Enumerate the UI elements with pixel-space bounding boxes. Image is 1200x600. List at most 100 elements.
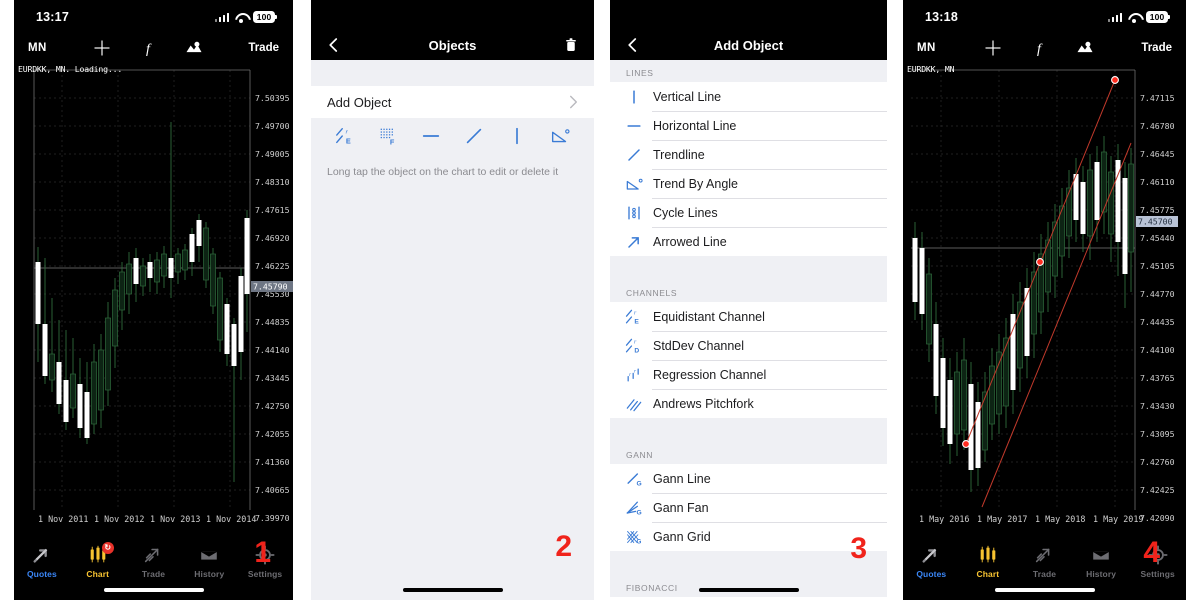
- arrowed-line-icon: [628, 236, 639, 248]
- trade-button[interactable]: Trade: [248, 42, 279, 54]
- list-item-cycle-lines[interactable]: Cycle Lines: [610, 198, 887, 227]
- cycle-lines-icon: [628, 206, 640, 219]
- status-time: 13:18: [925, 10, 958, 24]
- list-item-label: Trend By Angle: [653, 176, 739, 191]
- home-indicator: [103, 587, 204, 592]
- annotation-number-3: 3: [850, 532, 867, 565]
- list-item-horizontal-line[interactable]: Horizontal Line: [610, 111, 887, 140]
- svg-text:7.42090: 7.42090: [1140, 513, 1175, 523]
- back-chevron-icon[interactable]: [624, 36, 642, 54]
- timeframe-button[interactable]: MN: [917, 42, 936, 54]
- tab-chart[interactable]: ↻ Chart: [70, 542, 126, 579]
- equidistant-channel-icon[interactable]: r E: [334, 125, 356, 147]
- svg-text:7.43095: 7.43095: [1140, 429, 1175, 439]
- crosshair-icon[interactable]: [92, 38, 112, 58]
- list-item-stddev-channel[interactable]: r D StdDev Channel: [610, 331, 887, 360]
- svg-text:r: r: [629, 371, 632, 377]
- home-indicator: [402, 587, 503, 592]
- vertical-line-icon[interactable]: [506, 125, 528, 147]
- tab-quotes[interactable]: Quotes: [14, 544, 70, 579]
- panel-2-objects: Objects Add Object r E F Long tap the ob…: [311, 0, 594, 600]
- tab-settings-label: Settings: [247, 569, 283, 579]
- indicators-f-icon[interactable]: f: [138, 38, 158, 58]
- status-bar-blank: [311, 0, 594, 30]
- list-item-trend-by-angle[interactable]: Trend By Angle: [610, 169, 887, 198]
- trade-icon: [145, 548, 159, 563]
- svg-text:G: G: [637, 480, 642, 487]
- svg-text:1 Nov 2011: 1 Nov 2011: [38, 514, 88, 524]
- svg-text:D: D: [634, 347, 639, 354]
- section-rows-lines: Vertical Line Horizontal Line Trendline: [610, 82, 887, 256]
- stddev-channel-icon: r D: [625, 338, 639, 354]
- svg-text:7.39970: 7.39970: [255, 513, 290, 523]
- add-object-row[interactable]: Add Object: [311, 86, 594, 118]
- add-object-scroll[interactable]: LINES Vertical Line Horizontal Line Tren…: [610, 60, 887, 600]
- section-header-gann: GANN: [610, 442, 887, 464]
- fibonacci-icon[interactable]: F: [377, 125, 399, 147]
- crosshair-icon[interactable]: [983, 38, 1003, 58]
- timeframe-button[interactable]: MN: [28, 42, 47, 54]
- tab-history-label: History: [1086, 569, 1117, 579]
- objects-icon[interactable]: [184, 38, 204, 58]
- home-indicator: [994, 587, 1095, 592]
- vertical-line-icon: [633, 89, 635, 104]
- tab-quotes[interactable]: Quotes: [903, 544, 960, 579]
- battery-icon: 100: [1146, 10, 1168, 24]
- list-item-equidistant-channel[interactable]: r E Equidistant Channel: [610, 302, 887, 331]
- indicators-f-icon[interactable]: f: [1029, 38, 1049, 58]
- horizontal-line-icon[interactable]: [420, 125, 442, 147]
- tab-trade[interactable]: Trade: [1016, 544, 1073, 579]
- tab-chart[interactable]: Chart: [960, 544, 1017, 579]
- trendline-icon[interactable]: [463, 125, 485, 147]
- svg-text:7.44100: 7.44100: [1140, 345, 1175, 355]
- list-item-label: Arrowed Line: [653, 234, 727, 249]
- svg-text:f: f: [1037, 41, 1043, 57]
- nav-title: Objects: [428, 37, 477, 53]
- chart-canvas: 7.47115 7.46780 7.46445 7.46110 7.45775 7.4…: [903, 62, 1186, 538]
- list-item-regression-channel[interactable]: r r Regression Channel: [610, 360, 887, 389]
- svg-text:7.44835: 7.44835: [255, 317, 290, 327]
- svg-text:1 May 2016: 1 May 2016: [919, 514, 969, 524]
- trade-button[interactable]: Trade: [1141, 42, 1172, 54]
- list-item-label: Trendline: [653, 147, 705, 162]
- status-bar-blank: [610, 0, 887, 30]
- price-chart[interactable]: 7.47115 7.46780 7.46445 7.46110 7.45775 7.4…: [903, 62, 1186, 538]
- svg-text:7.46110: 7.46110: [1140, 177, 1175, 187]
- trend-by-angle-icon[interactable]: [549, 125, 571, 147]
- chart-icon: [980, 545, 996, 563]
- svg-text:7.42760: 7.42760: [1140, 457, 1175, 467]
- andrews-pitchfork-icon: [626, 398, 642, 411]
- list-item-andrews-pitchfork[interactable]: Andrews Pitchfork: [610, 389, 887, 418]
- list-item-gann-fan[interactable]: G Gann Fan: [610, 493, 887, 522]
- svg-text:7.44140: 7.44140: [255, 345, 290, 355]
- tab-quotes-label: Quotes: [26, 569, 57, 579]
- price-chart[interactable]: 7.50395 7.49700 7.49005 7.48310 7.47615 7.4…: [14, 62, 293, 538]
- gann-fan-icon: G: [626, 501, 642, 516]
- nav-bar-objects: Objects: [311, 30, 594, 60]
- section-gap: [610, 256, 887, 280]
- quotes-icon: [33, 548, 48, 563]
- svg-text:r: r: [634, 310, 637, 316]
- list-item-label: Regression Channel: [653, 367, 767, 382]
- svg-text:1 Nov 2014: 1 Nov 2014: [206, 514, 256, 524]
- list-item-gann-grid[interactable]: G Gann Grid: [610, 522, 887, 551]
- section-gap: [610, 551, 887, 575]
- list-item-label: Cycle Lines: [653, 205, 718, 220]
- back-chevron-icon[interactable]: [325, 36, 343, 54]
- objects-icon[interactable]: [1075, 38, 1095, 58]
- trash-icon[interactable]: [562, 36, 580, 54]
- svg-text:7.47615: 7.47615: [255, 205, 290, 215]
- svg-text:7.44435: 7.44435: [1140, 317, 1175, 327]
- list-item-arrowed-line[interactable]: Arrowed Line: [610, 227, 887, 256]
- tab-history[interactable]: History: [1073, 544, 1130, 579]
- tab-history[interactable]: History: [181, 544, 237, 579]
- list-item-trendline[interactable]: Trendline: [610, 140, 887, 169]
- annotation-number-2: 2: [555, 530, 572, 563]
- list-item-gann-line[interactable]: G Gann Line: [610, 464, 887, 493]
- svg-text:7.49700: 7.49700: [255, 121, 290, 131]
- tab-trade[interactable]: Trade: [126, 544, 182, 579]
- list-item-vertical-line[interactable]: Vertical Line: [610, 82, 887, 111]
- list-item-label: Gann Fan: [653, 500, 709, 515]
- status-bar: 13:17 100: [14, 0, 293, 34]
- svg-text:7.44770: 7.44770: [1140, 289, 1175, 299]
